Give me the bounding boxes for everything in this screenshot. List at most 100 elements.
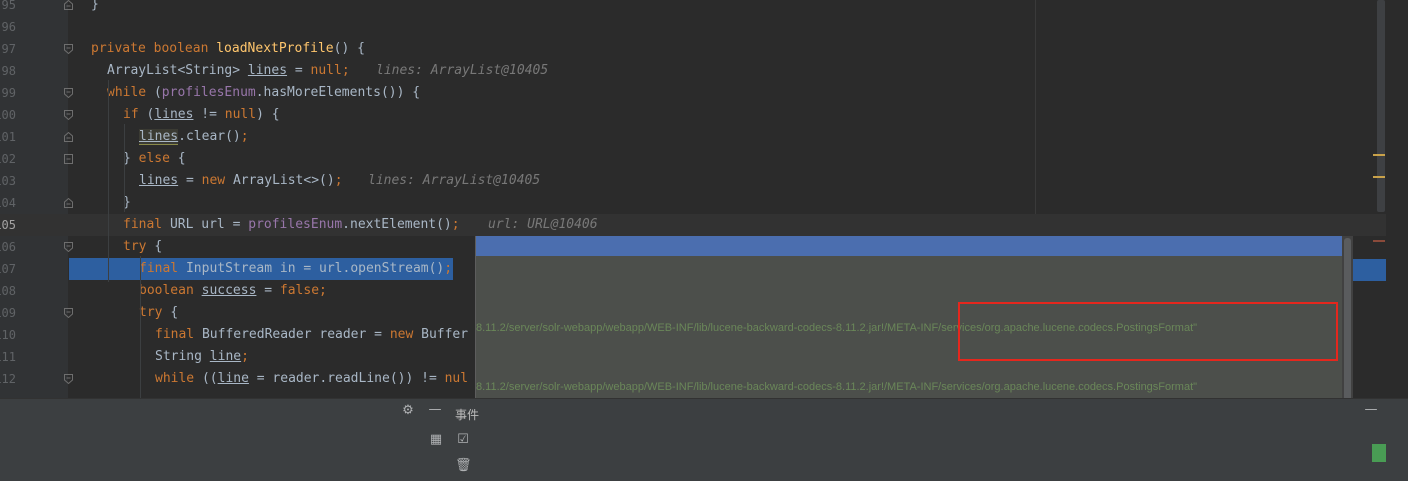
line-number[interactable]: 110 — [0, 324, 16, 346]
line-number[interactable]: 95 — [0, 0, 16, 16]
line-number[interactable]: 107 — [0, 258, 16, 280]
layout-icon[interactable]: ▦ — [428, 432, 444, 448]
code-token: ; — [451, 217, 460, 232]
code-token: while — [155, 371, 202, 386]
error-marker[interactable] — [1373, 240, 1385, 242]
code-token: success — [201, 283, 257, 298]
code-token: ; — [241, 349, 249, 364]
code-token: Buffer — [421, 327, 469, 342]
code-token: ; — [334, 173, 343, 188]
tool-window-title[interactable]: 事件 — [455, 406, 479, 423]
code-token: null — [224, 107, 257, 122]
code-text[interactable]: } else { — [123, 148, 186, 170]
code-line[interactable]: 99 while (profilesEnum.hasMoreElements())… — [0, 82, 1386, 104]
code-text[interactable]: final InputStream in = url.openStream(); — [139, 258, 452, 280]
code-text[interactable]: } — [91, 0, 99, 16]
minimize-icon[interactable]: — — [427, 402, 443, 418]
code-token: line — [209, 349, 242, 364]
code-token: { — [177, 151, 186, 166]
code-token: final — [155, 327, 202, 342]
line-number[interactable]: 109 — [0, 302, 16, 324]
code-line[interactable]: 96 — [0, 16, 1386, 38]
code-token: .hasMoreElements()) { — [255, 85, 421, 100]
code-token: lines — [139, 129, 179, 145]
code-line[interactable]: 97 private boolean loadNextProfile() { — [0, 38, 1386, 60]
line-number[interactable]: 102 — [0, 148, 16, 170]
code-token: URL url = — [169, 217, 249, 232]
code-token: ; — [341, 63, 350, 78]
code-text[interactable]: String line; — [155, 346, 249, 368]
code-token: profilesEnum — [161, 85, 256, 100]
line-number[interactable]: 97 — [0, 38, 16, 60]
code-token: ( — [153, 85, 162, 100]
line-number[interactable]: 100 — [0, 104, 16, 126]
code-line[interactable]: 102 } else { — [0, 148, 1386, 170]
code-token: ArrayList<>() — [232, 173, 335, 188]
warning-marker[interactable] — [1373, 154, 1385, 156]
code-token: .clear() — [178, 129, 241, 144]
line-number[interactable]: 99 — [0, 82, 16, 104]
gear-icon[interactable]: ⚙ — [400, 403, 416, 419]
line-number[interactable]: 108 — [0, 280, 16, 302]
indent-guide — [124, 168, 125, 212]
line-number[interactable]: 98 — [0, 60, 16, 82]
code-text[interactable]: private boolean loadNextProfile() { — [91, 38, 365, 60]
indent-guide — [108, 80, 109, 282]
code-token: BufferedReader reader = — [201, 327, 390, 342]
inline-debug-value: url: URL@10406 — [488, 217, 598, 232]
code-line[interactable]: 100 if (lines != null) { — [0, 104, 1386, 126]
line-number[interactable]: 106 — [0, 236, 16, 258]
line-number[interactable]: 111 — [0, 346, 16, 368]
code-token: new — [201, 173, 233, 188]
code-token: ArrayList<String> — [107, 63, 248, 78]
code-token: ) { — [256, 107, 280, 122]
editor-scrollbar[interactable] — [1386, 0, 1408, 398]
line-number[interactable]: 112 — [0, 368, 16, 390]
editor-scrollbar-thumb[interactable] — [1377, 0, 1385, 212]
line-number[interactable]: 105 — [0, 214, 16, 236]
annotation-highlight-box — [958, 302, 1338, 361]
code-text[interactable]: ArrayList<String> lines = null; — [107, 60, 350, 82]
code-text[interactable]: while ((line = reader.readLine()) != nul — [155, 368, 468, 390]
code-token: line — [217, 371, 249, 386]
code-text[interactable]: if (lines != null) { — [123, 104, 280, 126]
code-line[interactable]: 103 lines = new ArrayList<>(); lines: Arra… — [0, 170, 1386, 192]
code-text[interactable]: boolean success = false; — [139, 280, 327, 302]
inline-debug-value: lines: ArrayList@10405 — [376, 63, 549, 78]
code-text[interactable]: while (profilesEnum.hasMoreElements()) { — [107, 82, 420, 104]
code-token: final — [139, 261, 186, 276]
line-number[interactable]: 101 — [0, 126, 16, 148]
checkbox-icon[interactable]: ☑ — [455, 432, 471, 448]
code-token: InputStream in = url.openStream() — [185, 261, 445, 276]
code-line[interactable]: 98 ArrayList<String> lines = null; lines: … — [0, 60, 1386, 82]
popup-header[interactable] — [476, 236, 1345, 256]
line-number[interactable]: 96 — [0, 16, 16, 38]
warning-marker[interactable] — [1373, 176, 1385, 178]
resource-path-row[interactable]: 8.11.2/server/solr-webapp/webapp/WEB-INF… — [476, 379, 1197, 395]
code-text[interactable]: lines.clear(); — [139, 126, 249, 148]
code-token: (( — [201, 371, 218, 386]
bottom-tool-window — [0, 398, 1408, 481]
code-line[interactable]: 104} — [0, 192, 1386, 214]
code-line[interactable]: 95} — [0, 0, 1386, 16]
code-text[interactable]: final URL url = profilesEnum.nextElement… — [123, 214, 460, 236]
code-text[interactable]: try { — [139, 302, 178, 324]
code-token: lines — [154, 107, 194, 122]
line-number[interactable]: 103 — [0, 170, 16, 192]
code-token: != — [193, 107, 225, 122]
code-text[interactable]: final BufferedReader reader = new Buffer — [155, 324, 468, 346]
code-token: } — [91, 0, 99, 12]
code-text[interactable]: try { — [123, 236, 162, 258]
code-line[interactable]: 101 lines.clear(); — [0, 126, 1386, 148]
line-number[interactable]: 104 — [0, 192, 16, 214]
code-token: lines — [139, 173, 179, 188]
inline-debug-value: lines: ArrayList@10405 — [368, 173, 541, 188]
execution-line-highlight — [1352, 259, 1386, 281]
code-line[interactable]: 105 final URL url = profilesEnum.nextElem… — [0, 214, 1386, 236]
trash-icon[interactable]: 🗑 — [455, 458, 472, 474]
code-token: { — [170, 305, 179, 320]
code-token: final — [123, 217, 170, 232]
code-text[interactable]: lines = new ArrayList<>(); — [139, 170, 343, 192]
code-token: } — [123, 151, 139, 166]
minimize-icon[interactable]: — — [1363, 402, 1379, 418]
